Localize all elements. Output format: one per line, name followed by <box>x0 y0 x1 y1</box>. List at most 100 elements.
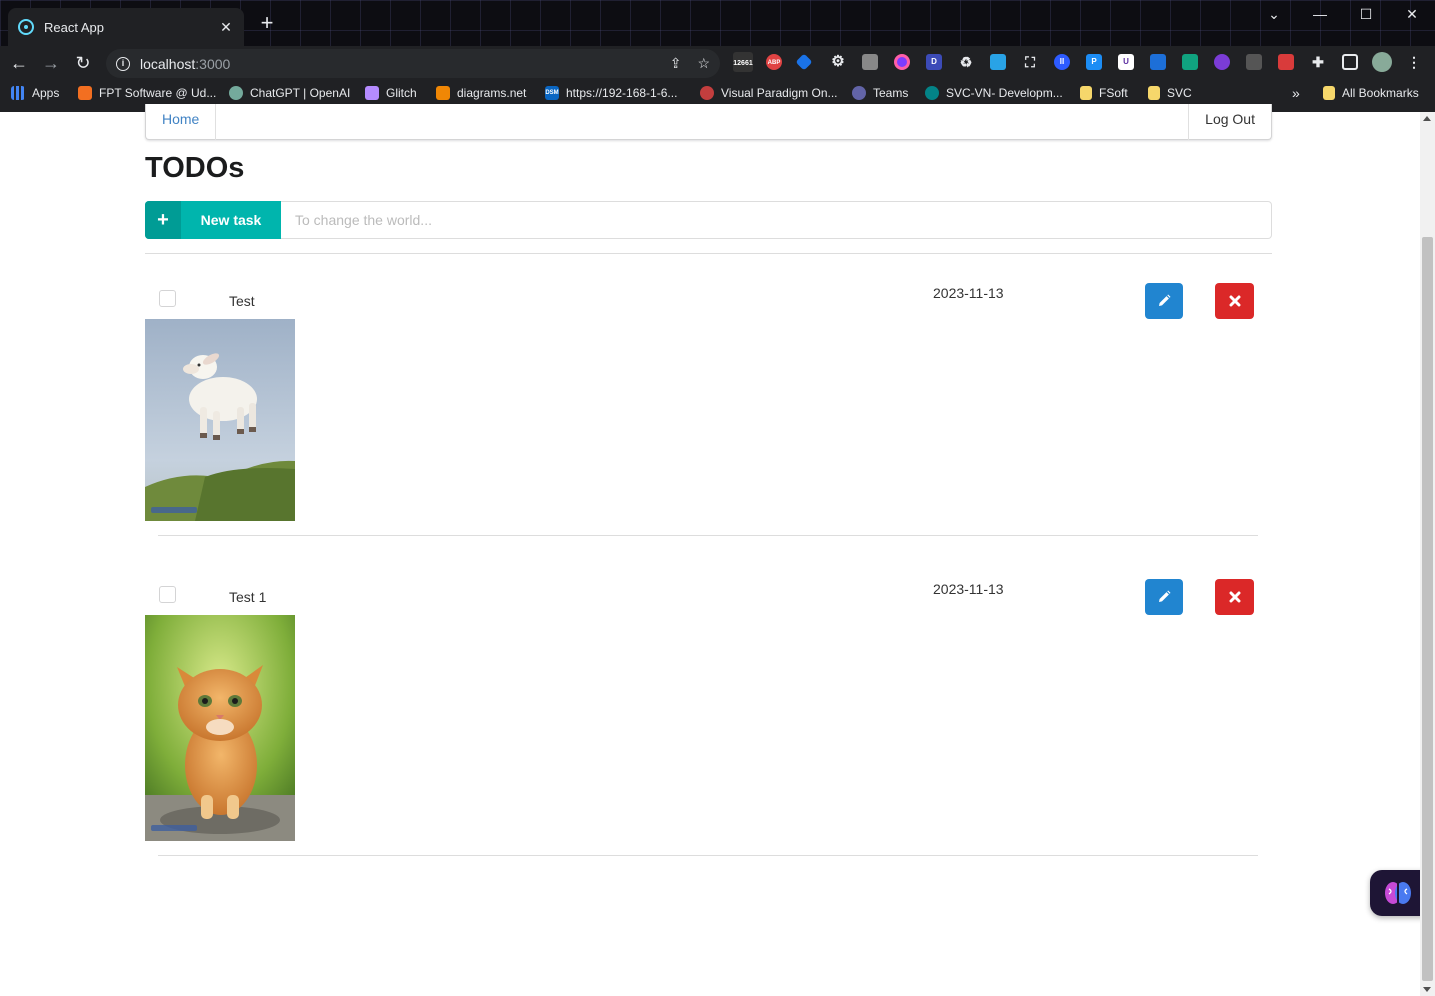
new-task-input[interactable] <box>281 201 1272 239</box>
scrollbar-thumb[interactable] <box>1422 237 1433 981</box>
plus-icon: + <box>145 201 181 239</box>
bookmark-label: https://192-168-1-6... <box>566 86 678 100</box>
brain-extension-icon[interactable] <box>1214 54 1230 70</box>
glitch-icon <box>365 86 379 100</box>
green-badge-extension-icon[interactable] <box>1246 54 1262 70</box>
todo-checkbox[interactable] <box>159 586 176 603</box>
bookmark-svc[interactable]: SVC <box>1148 85 1192 101</box>
browser-chrome: React App ✕ + ⌄ — ☐ ✕ ← → ↻ i localhost:… <box>0 0 1435 112</box>
book-extension-icon[interactable] <box>1150 54 1166 70</box>
extension-counter-icon[interactable]: 12661 <box>733 52 753 72</box>
share-icon[interactable]: ⇪ <box>670 55 682 72</box>
bookmark-diagrams[interactable]: diagrams.net <box>436 85 526 101</box>
fpt-icon <box>78 86 92 100</box>
browser-menu-icon[interactable]: ⋮ <box>1406 54 1422 70</box>
tab-search-chevron-icon[interactable]: ⌄ <box>1262 6 1286 23</box>
browser-toolbar: ← → ↻ i localhost:3000 ⇪ ☆ 12661 ABP ⚙ D… <box>0 46 1435 80</box>
bookmark-svc-vn[interactable]: SVC-VN- Developm... <box>925 85 1063 101</box>
bookmark-fsoft[interactable]: FSoft <box>1080 85 1128 101</box>
bookmark-fpt[interactable]: FPT Software @ Ud... <box>78 85 216 101</box>
adblock-icon[interactable]: ABP <box>766 54 782 70</box>
bookmark-label: SVC-VN- Developm... <box>946 86 1063 100</box>
divider <box>145 253 1272 254</box>
lamb-photo <box>145 319 295 521</box>
scroll-down-icon[interactable] <box>1423 987 1431 992</box>
bookmark-chatgpt[interactable]: ChatGPT | OpenAI <box>229 85 350 101</box>
minimize-icon[interactable]: — <box>1308 6 1332 22</box>
bookmarks-bar: Apps FPT Software @ Ud... ChatGPT | Open… <box>0 80 1435 106</box>
chatgpt-extension-icon[interactable] <box>1182 54 1198 70</box>
visual-paradigm-icon <box>700 86 714 100</box>
recycle-icon[interactable]: ♻ <box>958 54 974 70</box>
blue-extension-icon[interactable] <box>990 54 1006 70</box>
todo-image <box>145 615 295 841</box>
bookmark-teams[interactable]: Teams <box>852 85 908 101</box>
bookmark-label: FSoft <box>1099 86 1128 100</box>
bookmark-all[interactable]: All Bookmarks <box>1323 85 1419 101</box>
dsm-icon: DSM <box>545 86 559 100</box>
bookmark-label: Teams <box>873 86 909 100</box>
gear-extension-icon[interactable]: ⚙ <box>830 54 846 70</box>
bookmark-label: diagrams.net <box>457 86 527 100</box>
home-link[interactable]: Home <box>146 104 217 140</box>
sharepoint-icon <box>925 86 939 100</box>
delete-button[interactable] <box>1215 579 1254 615</box>
side-panel-icon[interactable] <box>1342 54 1358 70</box>
screenshot-icon[interactable]: ⛶ <box>1022 54 1038 70</box>
bookmarks-overflow-icon[interactable]: » <box>1292 85 1300 101</box>
bookmark-label: SVC <box>1167 86 1192 100</box>
maximize-icon[interactable]: ☐ <box>1354 6 1378 23</box>
pause-extension-icon[interactable]: II <box>1054 54 1070 70</box>
u-extension-icon[interactable]: U <box>1118 54 1134 70</box>
edit-button[interactable] <box>1145 283 1183 319</box>
react-favicon-icon <box>18 19 34 35</box>
bookmark-label: ChatGPT | OpenAI <box>250 86 351 100</box>
folder-icon <box>1148 86 1160 100</box>
forward-icon[interactable]: → <box>38 50 64 76</box>
page-scrollbar[interactable] <box>1420 112 1435 996</box>
red-extension-icon[interactable] <box>1278 54 1294 70</box>
bookmark-label: Apps <box>32 86 60 100</box>
scroll-up-icon[interactable] <box>1423 116 1431 121</box>
profile-avatar[interactable] <box>1372 52 1392 72</box>
bookmark-label: FPT Software @ Ud... <box>99 86 217 100</box>
bookmark-dsm[interactable]: DSM https://192-168-1-6... <box>545 85 677 101</box>
new-task-label: New task <box>200 212 262 228</box>
pencil-icon <box>1159 294 1171 306</box>
new-task-form: + New task <box>145 201 1272 239</box>
gray-extension-icon[interactable] <box>862 54 878 70</box>
close-window-icon[interactable]: ✕ <box>1400 6 1424 23</box>
extensions-puzzle-icon[interactable]: ✚ <box>1310 54 1326 70</box>
address-bar[interactable]: i localhost:3000 ⇪ ☆ <box>106 49 720 78</box>
url-port: :3000 <box>195 55 231 72</box>
todo-image <box>145 319 295 521</box>
reload-icon[interactable]: ↻ <box>70 50 96 76</box>
bookmark-apps[interactable]: Apps <box>11 85 59 101</box>
diamond-extension-icon[interactable] <box>795 53 813 71</box>
new-task-button[interactable]: + New task <box>145 201 281 239</box>
folder-icon <box>1323 86 1335 100</box>
divider <box>158 535 1258 536</box>
logout-link[interactable]: Log Out <box>1188 104 1271 140</box>
close-tab-icon[interactable]: ✕ <box>218 19 234 36</box>
p-extension-icon[interactable]: P <box>1086 54 1102 70</box>
bookmark-star-icon[interactable]: ☆ <box>697 55 710 72</box>
d-extension-icon[interactable]: D <box>926 54 942 70</box>
todo-date: 2023-11-13 <box>933 285 1004 301</box>
bookmark-label: Glitch <box>386 86 417 100</box>
brain-icon <box>1385 882 1411 904</box>
color-picker-icon[interactable] <box>894 54 910 70</box>
bookmark-label: Visual Paradigm On... <box>721 86 838 100</box>
pencil-icon <box>1159 590 1171 602</box>
bookmark-glitch[interactable]: Glitch <box>365 85 417 101</box>
back-icon[interactable]: ← <box>6 50 32 76</box>
ai-assistant-button[interactable] <box>1370 870 1426 916</box>
edit-button[interactable] <box>1145 579 1183 615</box>
todo-checkbox[interactable] <box>159 290 176 307</box>
bookmark-visual-paradigm[interactable]: Visual Paradigm On... <box>700 85 838 101</box>
delete-button[interactable] <box>1215 283 1254 319</box>
site-info-icon[interactable]: i <box>116 56 130 71</box>
page-content: Home Log Out TODOs + New task Test 2023-… <box>0 104 1426 996</box>
new-tab-icon[interactable]: + <box>256 12 278 34</box>
browser-tab[interactable]: React App ✕ <box>8 8 244 46</box>
